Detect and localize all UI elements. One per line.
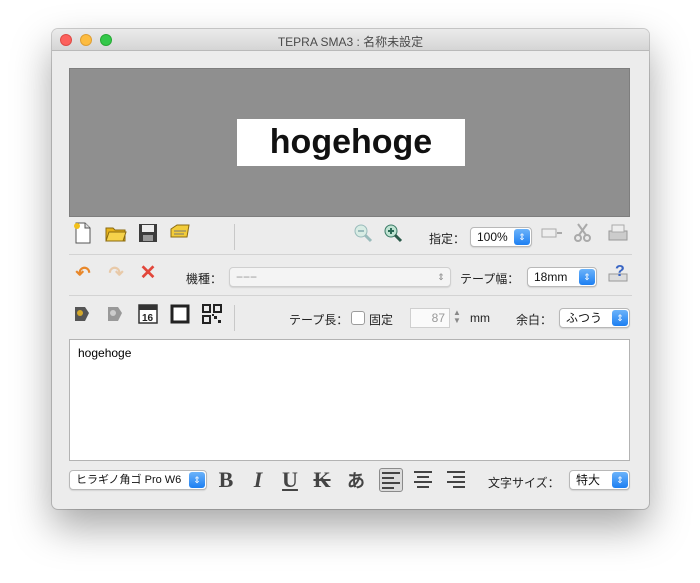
- zoom-out-icon[interactable]: [352, 222, 374, 244]
- tape-length-input[interactable]: 87: [410, 308, 450, 328]
- font-select[interactable]: ヒラギノ角ゴ Pro W6 ⇕: [69, 470, 207, 490]
- zoom-value: 100%: [477, 230, 508, 244]
- editor-text: hogehoge: [78, 346, 132, 360]
- redo-icon[interactable]: ↷: [105, 262, 127, 284]
- label-preview-text: hogehoge: [237, 119, 465, 166]
- stamp-icon[interactable]: [72, 303, 94, 325]
- toolbar-insert: 16 テープ長： 固定 87 ▲ ▼ mm 余白： ふつう ⇕: [69, 303, 632, 333]
- label-preview: hogehoge: [69, 68, 630, 217]
- fixed-label: 固定: [369, 313, 394, 327]
- tape-length-stepper[interactable]: ▲ ▼: [452, 309, 462, 327]
- zoom-in-icon[interactable]: [382, 222, 404, 244]
- format-bar: ヒラギノ角ゴ Pro W6 ⇕ B I U K あ 文字サイズ： 特大 ⇕: [69, 465, 632, 495]
- toolbar-separator: [234, 305, 235, 331]
- chevron-updown-icon: ⇕: [437, 272, 445, 282]
- toolbar-separator: [234, 224, 235, 250]
- delete-icon[interactable]: ✕: [137, 262, 159, 284]
- calendar-day: 16: [142, 313, 154, 324]
- align-right-button[interactable]: [445, 468, 469, 492]
- toolbar-file: 指定： 100% ⇕: [69, 222, 632, 252]
- scissors-icon[interactable]: [572, 222, 594, 244]
- length-unit: mm: [470, 311, 490, 325]
- toolbar-divider: [69, 295, 632, 296]
- margin-select[interactable]: ふつう ⇕: [559, 308, 630, 328]
- window-title: TEPRA SMA3 : 名称未設定: [277, 35, 424, 49]
- title-bar: TEPRA SMA3 : 名称未設定: [52, 29, 649, 51]
- tape-width-label: テープ幅：: [460, 272, 520, 286]
- chevron-updown-icon: ⇕: [189, 472, 205, 488]
- font-size-value: 特大: [576, 473, 601, 487]
- chevron-updown-icon: ⇕: [612, 310, 628, 326]
- text-editor[interactable]: hogehoge: [69, 339, 630, 461]
- tape-length-label: テープ長：: [289, 313, 349, 327]
- font-size-select[interactable]: 特大 ⇕: [569, 470, 630, 490]
- underline-button[interactable]: U: [277, 467, 303, 493]
- chevron-updown-icon: ⇕: [579, 269, 595, 285]
- stamp-disabled-icon[interactable]: [105, 303, 127, 325]
- printer-icon[interactable]: [607, 222, 629, 244]
- align-center-button[interactable]: [412, 468, 436, 492]
- font-size-label: 文字サイズ：: [488, 476, 560, 490]
- model-value: −−−: [236, 270, 258, 284]
- model-select[interactable]: −−− ⇕: [229, 267, 451, 287]
- align-left-button[interactable]: [379, 468, 403, 492]
- qr-code-icon[interactable]: [201, 303, 223, 325]
- model-label: 機種：: [186, 272, 223, 286]
- font-value: ヒラギノ角ゴ Pro W6: [76, 474, 182, 486]
- italic-button[interactable]: I: [245, 467, 271, 493]
- svg-text:?: ?: [615, 263, 625, 280]
- save-icon[interactable]: [137, 222, 159, 244]
- frame-icon[interactable]: [169, 303, 191, 325]
- vertical-text-button[interactable]: あ: [343, 467, 369, 493]
- tape-width-value: 18mm: [534, 270, 568, 284]
- open-folder-icon[interactable]: [105, 222, 127, 244]
- margin-value: ふつう: [566, 311, 603, 325]
- new-document-icon[interactable]: [72, 222, 94, 244]
- calendar-icon[interactable]: 16: [137, 303, 159, 325]
- strikethrough-button[interactable]: K: [309, 467, 335, 493]
- undo-icon[interactable]: ↶: [72, 262, 94, 284]
- fixed-length-checkbox[interactable]: [351, 311, 365, 325]
- zoom-label: 指定：: [429, 232, 466, 246]
- bold-button[interactable]: B: [213, 467, 239, 493]
- toolbar-divider: [69, 254, 632, 255]
- chevron-updown-icon: ⇕: [514, 229, 530, 245]
- app-window: TEPRA SMA3 : 名称未設定 hogehoge 指定： 100% ⇕ ↶…: [52, 29, 649, 509]
- tape-cut-icon[interactable]: [541, 222, 563, 244]
- help-icon[interactable]: ?: [607, 262, 629, 284]
- chevron-updown-icon: ⇕: [612, 472, 628, 488]
- print-settings-icon[interactable]: [169, 222, 191, 244]
- margin-label: 余白：: [516, 313, 553, 327]
- tape-width-select[interactable]: 18mm ⇕: [527, 267, 597, 287]
- zoom-select[interactable]: 100% ⇕: [470, 227, 532, 247]
- toolbar-edit: ↶ ↷ ✕ 機種： −−− ⇕ テープ幅： 18mm ⇕ ?: [69, 262, 632, 292]
